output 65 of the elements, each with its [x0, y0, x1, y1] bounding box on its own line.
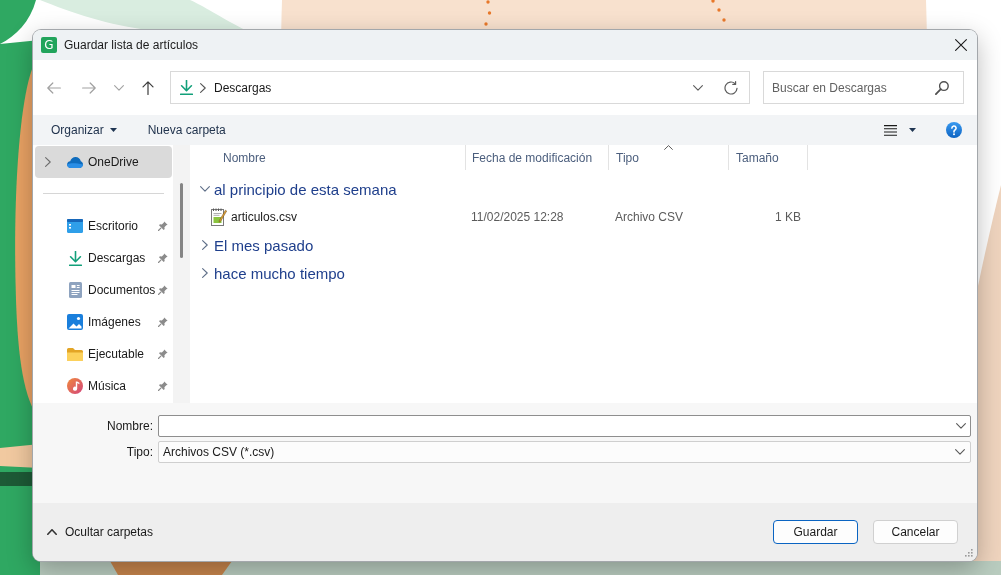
column-header[interactable]: Nombre	[200, 145, 465, 170]
desktop-icon	[67, 219, 83, 233]
arrow-right-icon	[82, 81, 96, 94]
toolbar-button[interactable]: Nueva carpeta	[139, 117, 234, 143]
chevron-right-icon[interactable]	[45, 157, 51, 167]
save-button[interactable]: Guardar	[773, 520, 858, 544]
hide-folders-button[interactable]: Ocultar carpetas	[45, 520, 156, 544]
address-bar[interactable]: Descargas	[170, 71, 750, 104]
sidebar-item[interactable]: Ejecutable	[35, 338, 172, 370]
dot-marker	[484, 22, 488, 26]
list-view-icon	[884, 124, 897, 136]
chevron-up-icon	[47, 529, 57, 535]
group-header[interactable]: El mes pasado	[200, 231, 314, 259]
sidebar-item[interactable]: Escritorio	[35, 210, 172, 242]
image-icon	[67, 314, 83, 330]
music-icon	[67, 378, 83, 394]
scrollbar-thumb[interactable]	[180, 183, 183, 258]
window-title: Guardar lista de artículos	[64, 38, 199, 52]
field-label: Tipo:	[126, 445, 153, 459]
cancel-button[interactable]: Cancelar	[873, 520, 958, 544]
file-type: Archivo CSV	[615, 210, 684, 224]
input-field[interactable]	[158, 415, 971, 437]
folder-icon	[67, 347, 83, 361]
resize-grip-icon[interactable]	[965, 549, 974, 558]
chevron-down-icon	[955, 449, 965, 455]
dot-marker	[486, 0, 490, 4]
dropdown-field[interactable]: Archivos CSV (*.csv)	[158, 441, 971, 463]
sidebar-item[interactable]: Imágenes	[35, 306, 172, 338]
dot-marker	[717, 8, 721, 12]
search-field[interactable]: Buscar en Descargas	[763, 71, 964, 104]
chevron-right-icon	[200, 82, 206, 93]
text-file-icon	[211, 208, 227, 226]
refresh-icon	[724, 80, 738, 95]
dot-marker	[487, 11, 492, 15]
file-size: 1 KB	[775, 210, 801, 224]
column-header[interactable]: Tamaño	[728, 145, 808, 170]
sidebar-item[interactable]: Descargas	[35, 242, 172, 274]
menu-button[interactable]: Organizar	[43, 117, 125, 143]
arrow-up-icon	[142, 80, 154, 95]
dot-marker	[722, 18, 726, 22]
file-name[interactable]: articulos.csv	[231, 210, 298, 224]
chevron-down-icon	[114, 84, 124, 91]
caret-down-icon	[109, 128, 117, 132]
sidebar-item[interactable]: OneDrive	[35, 146, 172, 178]
sidebar-item[interactable]: Documentos	[35, 274, 172, 306]
group-header[interactable]: al principio de esta semana	[200, 175, 397, 203]
group-header[interactable]: hace mucho tiempo	[200, 259, 345, 287]
app-logo: G	[41, 37, 57, 53]
help-icon[interactable]	[946, 122, 962, 138]
download-icon	[180, 80, 193, 95]
download-icon	[68, 250, 82, 266]
modified-date: 11/02/2025 12:28	[471, 210, 564, 224]
column-header[interactable]: Tipo	[608, 145, 728, 170]
chevron-down-icon	[693, 84, 703, 91]
chevron-down-icon[interactable]	[956, 423, 966, 429]
column-header[interactable]: Fecha de modificación	[465, 145, 608, 170]
cloud-icon	[67, 156, 83, 168]
close-icon	[955, 39, 967, 51]
breadcrumb-item[interactable]: Descargas	[214, 80, 272, 95]
caret-down-icon	[909, 128, 916, 132]
sidebar-item[interactable]: Música	[35, 370, 172, 402]
document-icon	[68, 282, 82, 298]
arrow-left-icon	[47, 81, 61, 94]
field-label: Nombre:	[107, 419, 153, 433]
search-icon	[935, 81, 949, 95]
